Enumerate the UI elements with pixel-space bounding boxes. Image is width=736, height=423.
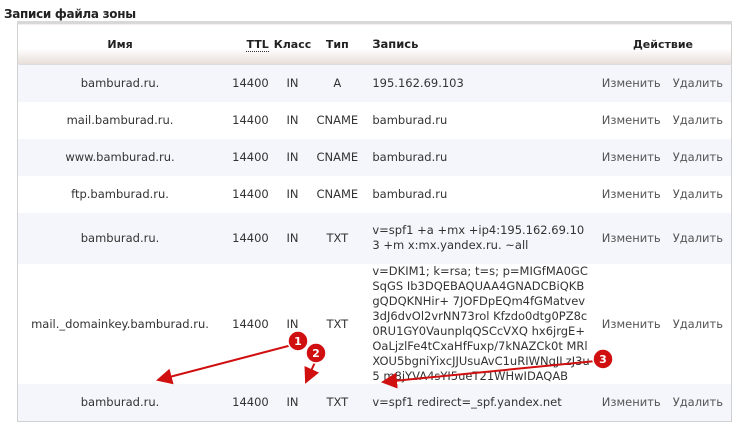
svg-text:2: 2 <box>312 347 320 360</box>
marker-3: 3 <box>592 348 614 370</box>
svg-text:1: 1 <box>294 335 302 348</box>
arrow-1 <box>156 344 293 385</box>
marker-1: 1 <box>287 330 309 352</box>
marker-2: 2 <box>305 342 327 364</box>
annotation-overlay: 1 2 3 <box>156 330 614 389</box>
arrow-3 <box>381 360 597 389</box>
svg-text:3: 3 <box>599 353 607 366</box>
